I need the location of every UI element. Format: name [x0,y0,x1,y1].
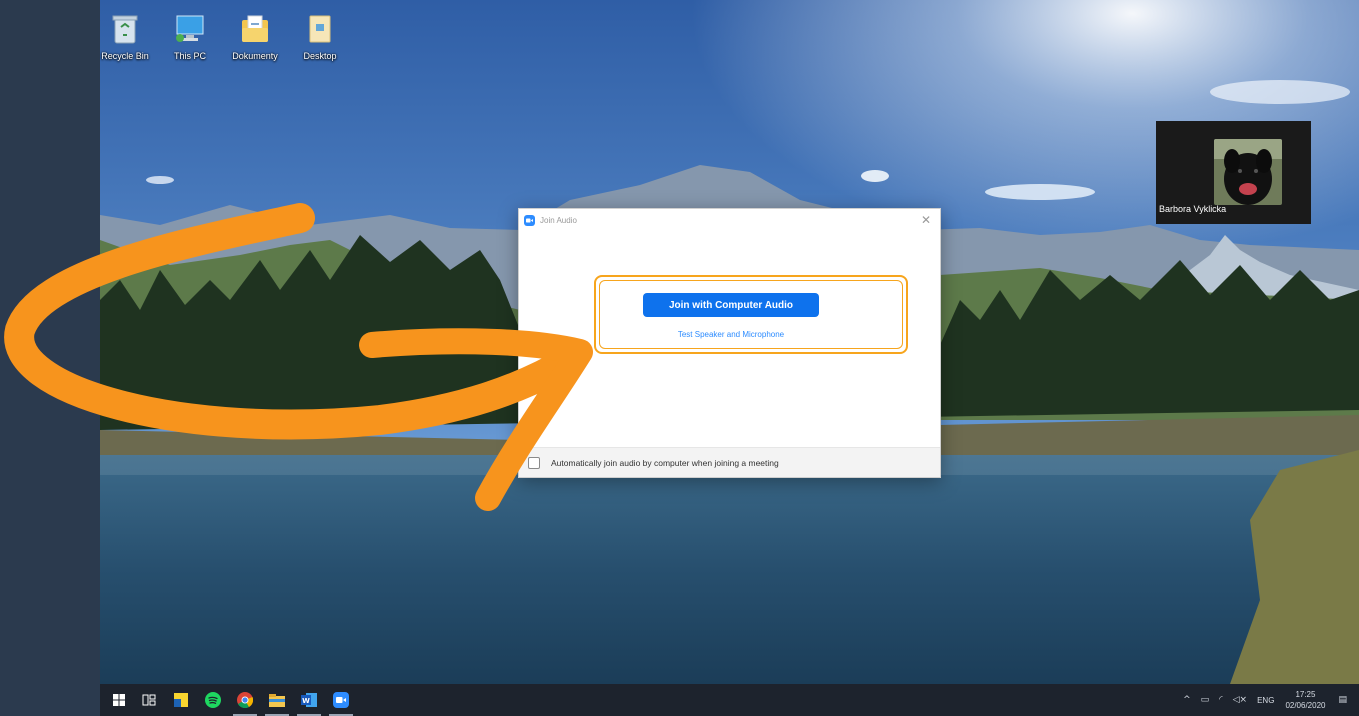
taskbar-chrome[interactable] [230,684,260,716]
dialog-footer: Automatically join audio by computer whe… [519,447,940,477]
system-tray: ^ ▭ ◜ ◁× ENG 17:25 02/06/2020 ▤ [1178,684,1359,716]
task-view-button[interactable] [134,684,164,716]
dialog-titlebar[interactable]: Join Audio [519,209,940,231]
desktop-icon-label: Dokumenty [232,51,278,61]
taskbar: W ^ ▭ ◜ ◁× ENG 17:25 02/06/2020 ▤ [100,684,1359,716]
start-button[interactable] [104,684,134,716]
participant-name: Barbora Vyklicka [1159,204,1227,214]
svg-text:W: W [302,697,310,705]
close-icon[interactable]: ✕ [918,212,934,228]
participant-video-tile[interactable]: Barbora Vyklicka [1156,121,1311,224]
clock-date: 02/06/2020 [1285,701,1326,710]
computer-icon [173,10,207,48]
dialog-title: Join Audio [540,215,577,225]
zoom-logo-icon [524,214,535,226]
volume-muted-icon[interactable]: ◁× [1233,695,1247,705]
test-speaker-and-microphone-link[interactable]: Test Speaker and Microphone [619,330,843,339]
auto-join-checkbox[interactable] [528,456,540,469]
file-explorer-icon [269,693,285,707]
desktop-icon-this-pc[interactable]: This PC [155,10,225,61]
word-icon: W [301,693,317,707]
zoom-icon [333,692,349,708]
battery-icon[interactable]: ▭ [1201,695,1210,705]
clock-time: 17:25 [1295,690,1316,699]
documents-folder-icon [238,10,272,48]
language-indicator[interactable]: ENG [1257,696,1274,705]
desktop-icon-label: This PC [173,51,206,61]
windows-icon [113,694,125,706]
participant-avatar [1214,139,1282,205]
wifi-icon[interactable]: ◜ [1219,695,1223,705]
desktop-icon-recycle-bin[interactable]: Recycle Bin [100,10,160,61]
desktop-folder-icon [303,10,337,48]
recycle-bin-icon [108,10,142,48]
desktop-icon-desktop[interactable]: Desktop [285,10,355,61]
task-view-icon [142,694,156,706]
chevron-up-icon[interactable]: ^ [1183,695,1191,705]
join-with-computer-audio-button[interactable]: Join with Computer Audio [643,293,819,317]
desktop-icon-label: Desktop [303,51,337,61]
join-audio-dialog: Join Audio ✕ Join with Computer Audio Te… [518,208,941,478]
taskbar-zoom[interactable] [326,684,356,716]
taskbar-word[interactable]: W [294,684,324,716]
taskbar-sticky-notes[interactable] [166,684,196,716]
notifications-icon[interactable]: ▤ [1338,695,1347,705]
desktop-icon-documents[interactable]: Dokumenty [220,10,290,61]
desktop-screen: Recycle Bin This PC Dokumenty Desktop Ba… [100,0,1359,716]
sticky-notes-icon [174,693,188,707]
auto-join-label[interactable]: Automatically join audio by computer whe… [551,458,779,468]
spotify-icon [205,692,221,708]
taskbar-spotify[interactable] [198,684,228,716]
taskbar-clock[interactable]: 17:25 02/06/2020 [1285,689,1325,711]
chrome-icon [237,692,253,708]
desktop-icon-label: Recycle Bin [101,51,149,61]
taskbar-file-explorer[interactable] [262,684,292,716]
